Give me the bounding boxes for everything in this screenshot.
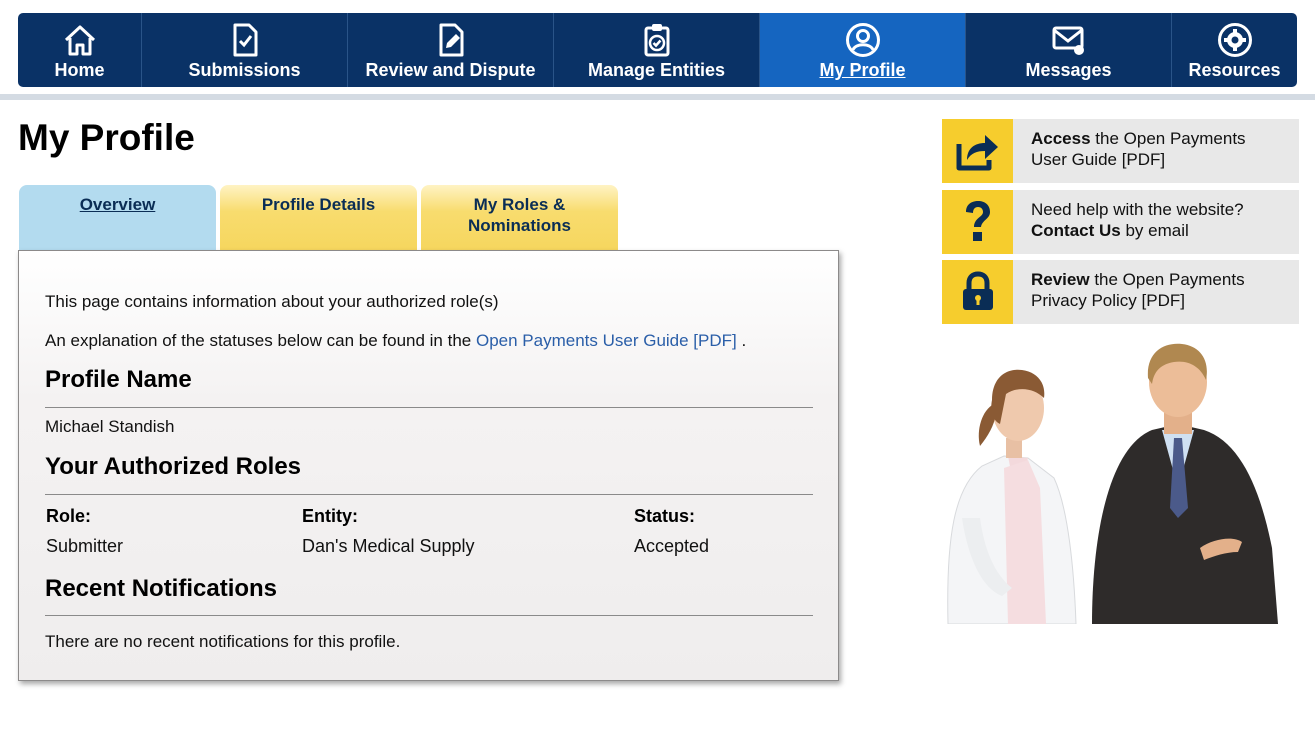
overview-panel: This page contains information about you…: [18, 250, 839, 681]
contact-us-text-2: by email: [1120, 221, 1189, 240]
nav-resources-label: Resources: [1188, 60, 1281, 80]
status-value: Accepted: [634, 536, 710, 556]
nav-home-label: Home: [54, 60, 105, 80]
nav-messages[interactable]: Messages: [966, 13, 1172, 87]
main-navigation: Home Submissions Review and Dispute Mana…: [18, 13, 1297, 87]
nav-divider: [0, 94, 1315, 100]
doctor-and-businessman-photo: [947, 343, 1278, 624]
status-column-header: Status:: [634, 506, 696, 526]
privacy-policy-text: Review the Open Payments Privacy Policy …: [1031, 269, 1245, 311]
review-bold: Review: [1031, 270, 1090, 289]
nav-resources[interactable]: Resources: [1172, 13, 1297, 87]
nav-submissions-label: Submissions: [188, 60, 301, 80]
envelope-icon: [1049, 21, 1089, 59]
question-mark-icon: [942, 190, 1013, 254]
tab-overview[interactable]: Overview: [19, 185, 216, 251]
access-text-2: User Guide [PDF]: [1031, 150, 1166, 169]
explanation-prefix: An explanation of the statuses below can…: [45, 331, 472, 350]
tab-roles-label-line2: Nominations: [468, 216, 571, 235]
nav-submissions[interactable]: Submissions: [142, 13, 348, 87]
share-arrow-icon: [942, 119, 1013, 183]
divider: [45, 494, 813, 495]
entity-column-header: Entity:: [302, 506, 358, 526]
nav-messages-label: Messages: [1025, 60, 1112, 80]
gear-icon: [1215, 21, 1255, 59]
entity-value: Dan's Medical Supply: [302, 536, 475, 556]
authorized-roles-heading: Your Authorized Roles: [45, 453, 302, 480]
review-text-2: Privacy Policy [PDF]: [1031, 291, 1185, 310]
contact-us-text: Need help with the website? Contact Us b…: [1031, 199, 1244, 241]
user-guide-text: Access the Open Payments User Guide [PDF…: [1031, 128, 1246, 170]
nav-my-profile-label: My Profile: [819, 60, 906, 80]
access-bold: Access: [1031, 129, 1091, 148]
access-text-1: the Open Payments: [1090, 129, 1246, 148]
nav-manage-entities-label: Manage Entities: [587, 60, 726, 80]
clipboard-check-icon: [637, 21, 677, 59]
user-guide-box[interactable]: Access the Open Payments User Guide [PDF…: [942, 119, 1299, 183]
tab-profile-details-label: Profile Details: [261, 195, 376, 214]
privacy-policy-box[interactable]: Review the Open Payments Privacy Policy …: [942, 260, 1299, 324]
home-icon: [60, 21, 100, 59]
nav-review-dispute[interactable]: Review and Dispute: [348, 13, 554, 87]
contact-us-bold: Contact Us: [1031, 221, 1121, 240]
intro-text: This page contains information about you…: [45, 292, 499, 311]
profile-name-value: Michael Standish: [45, 417, 175, 436]
review-text-1: the Open Payments: [1089, 270, 1245, 289]
tab-roles-label-line1: My Roles &: [473, 195, 566, 214]
user-guide-link[interactable]: Open Payments User Guide [PDF]: [476, 331, 737, 350]
document-check-icon: [225, 21, 265, 59]
contact-us-box[interactable]: Need help with the website? Contact Us b…: [942, 190, 1299, 254]
nav-manage-entities[interactable]: Manage Entities: [554, 13, 760, 87]
tab-overview-label: Overview: [79, 195, 156, 214]
status-explanation: An explanation of the statuses below can…: [45, 331, 746, 351]
explanation-suffix: .: [741, 331, 747, 350]
help-question: Need help with the website?: [1031, 200, 1244, 219]
lock-icon: [942, 260, 1013, 324]
document-edit-icon: [431, 21, 471, 59]
recent-notifications-heading: Recent Notifications: [45, 575, 278, 602]
notifications-empty-message: There are no recent notifications for th…: [45, 632, 401, 651]
role-value: Submitter: [46, 536, 124, 556]
nav-home[interactable]: Home: [18, 13, 142, 87]
tab-profile-details[interactable]: Profile Details: [220, 185, 417, 251]
profile-name-heading: Profile Name: [45, 366, 192, 393]
divider: [45, 615, 813, 616]
user-circle-icon: [843, 21, 883, 59]
divider: [45, 407, 813, 408]
tab-my-roles-nominations[interactable]: My Roles & Nominations: [421, 185, 618, 251]
nav-my-profile[interactable]: My Profile: [760, 13, 966, 87]
page-title: My Profile: [18, 117, 195, 158]
role-column-header: Role:: [46, 506, 91, 526]
nav-review-dispute-label: Review and Dispute: [365, 60, 536, 80]
